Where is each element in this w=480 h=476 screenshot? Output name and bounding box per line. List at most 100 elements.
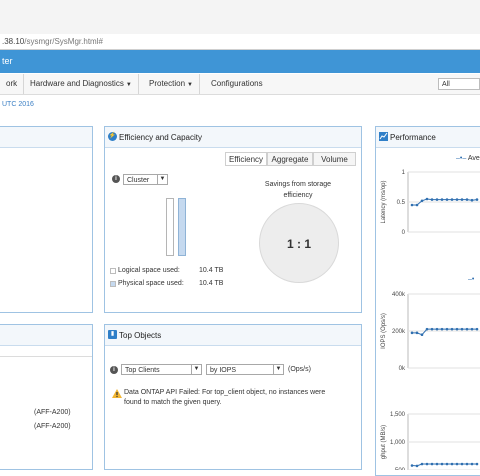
menu-configurations[interactable]: Configurations (205, 74, 269, 94)
data-point (420, 333, 424, 336)
physical-value: 10.4 TB (199, 280, 224, 287)
warning-icon (112, 389, 122, 398)
data-point (470, 327, 474, 331)
data-point (425, 327, 429, 331)
data-point (470, 198, 474, 202)
app-title: ter (2, 56, 13, 66)
data-point (440, 462, 444, 466)
data-point (435, 327, 439, 331)
main-menu: ork Hardware and Diagnostics ▼ Protection… (0, 74, 480, 95)
data-point (450, 327, 454, 331)
data-point (425, 197, 429, 201)
data-point (420, 199, 424, 203)
chevron-down-icon: ▼ (187, 82, 193, 88)
y-tick-label: 400k (392, 292, 406, 298)
line-chart-icon (379, 132, 388, 141)
divider (0, 356, 92, 357)
bar-chart-icon: ▮ (108, 330, 117, 339)
data-point (435, 462, 439, 466)
data-point (475, 327, 479, 331)
info-icon[interactable]: i (110, 366, 118, 374)
data-point (430, 327, 434, 331)
efficiency-icon: ⚡ (108, 132, 117, 141)
data-point (410, 331, 414, 335)
menu-network[interactable]: ork (0, 74, 25, 94)
data-point (415, 331, 419, 335)
efficiency-panel-header: ⚡ Efficiency and Capacity (105, 127, 361, 148)
data-point (470, 462, 474, 466)
address-url: .38.10/sysmgr/SysMgr.html# (2, 37, 103, 46)
chevron-down-icon: ▼ (157, 175, 167, 184)
data-point (415, 203, 419, 207)
browser-chrome (0, 0, 480, 35)
y-tick-label: 1,000 (390, 440, 406, 446)
efficiency-tabs: Efficiency Aggregate Volume (225, 152, 356, 166)
menu-hardware-diagnostics[interactable]: Hardware and Diagnostics ▼ (24, 74, 139, 94)
efficiency-ratio-circle: 1 : 1 (259, 203, 339, 283)
data-point (450, 198, 454, 201)
data-point (455, 462, 459, 466)
data-point (440, 327, 444, 331)
metric-unit: (Ops/s) (288, 366, 311, 373)
tab-aggregate[interactable]: Aggregate (267, 152, 313, 165)
top-objects-error: Data ONTAP API Failed: For top_client ob… (124, 389, 326, 406)
y-tick-label: 1,500 (390, 412, 406, 418)
node-model-2: (AFF-A200) (34, 423, 71, 430)
logical-legend-swatch (110, 268, 116, 274)
menu-protection[interactable]: Protection ▼ (143, 74, 200, 94)
data-point (410, 464, 414, 467)
data-point (465, 462, 469, 466)
performance-charts: 1 0.5 0 Latency (ms/op) 400k 200k 0k IOPS (Ops/… (381, 170, 480, 470)
data-point (465, 327, 469, 331)
data-point (445, 327, 449, 331)
left-top-panel (0, 126, 93, 313)
y-tick-label: 0.5 (397, 200, 406, 206)
chevron-down-icon: ▼ (125, 82, 132, 88)
data-point (465, 198, 469, 201)
top-objects-title: Top Objects (119, 331, 162, 340)
logical-value: 10.4 TB (199, 267, 224, 274)
tab-efficiency[interactable]: Efficiency (225, 152, 267, 165)
data-point (430, 198, 434, 201)
data-point (460, 462, 464, 466)
data-point (445, 462, 449, 466)
data-point (435, 198, 439, 201)
physical-label: Physical space used: (118, 280, 184, 287)
data-point (440, 198, 444, 201)
y-axis-label: IOPS (Ops/s) (381, 313, 387, 349)
data-point (410, 203, 414, 207)
y-tick-label: 0 (402, 230, 406, 236)
chevron-down-icon: ▼ (273, 365, 283, 374)
efficiency-title: Efficiency and Capacity (119, 133, 203, 142)
data-point (455, 198, 459, 201)
app-title-bar: ter (0, 50, 480, 73)
y-tick-label: 200k (392, 329, 406, 335)
physical-legend-swatch (110, 281, 116, 287)
physical-space-bar (178, 198, 186, 256)
performance-panel-header: Performance (376, 127, 480, 148)
tab-volume[interactable]: Volume (313, 152, 356, 165)
data-point (415, 464, 419, 468)
performance-title: Performance (390, 133, 436, 142)
last-updated: UTC 2016 (2, 101, 34, 108)
savings-label: Savings from storage efficiency (264, 181, 332, 199)
address-bar[interactable]: .38.10/sysmgr/SysMgr.html# (0, 34, 480, 50)
y-tick-label: 1 (402, 170, 406, 176)
top-objects-panel-header: ▮ Top Objects (105, 325, 361, 346)
left-top-panel-header (0, 127, 92, 148)
y-axis-label: Latency (ms/op) (381, 180, 387, 223)
data-point (455, 327, 459, 331)
node-model-1: (AFF-A200) (34, 409, 71, 416)
data-point (420, 462, 424, 466)
data-point (460, 327, 464, 331)
data-point (475, 462, 479, 466)
logical-label: Logical space used: (118, 267, 180, 274)
left-bottom-panel (0, 324, 93, 470)
info-icon[interactable]: i (112, 175, 120, 183)
scope-select[interactable]: Cluster ▼ (123, 174, 168, 185)
left-bottom-panel-header (0, 325, 92, 346)
y-axis-label: ghput (MB/s) (381, 425, 387, 459)
top-object-metric-select[interactable]: by IOPS ▼ (206, 364, 284, 375)
search-scope-select[interactable]: All (438, 78, 480, 90)
top-object-type-select[interactable]: Top Clients ▼ (121, 364, 202, 375)
